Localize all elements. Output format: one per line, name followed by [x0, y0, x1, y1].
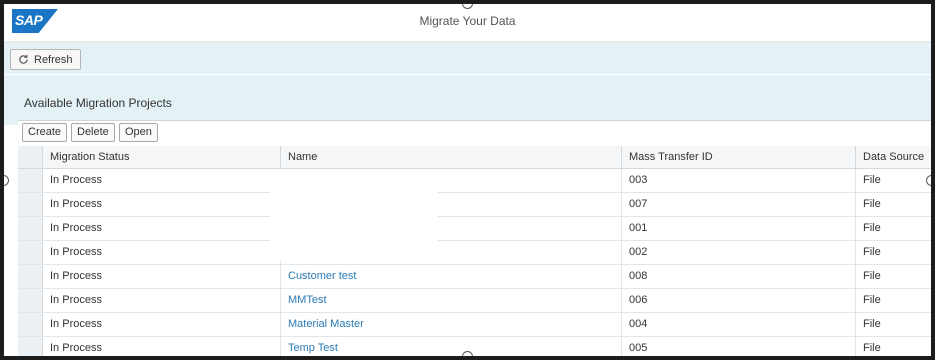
cell-data-source: File [855, 241, 931, 264]
cell-mass-transfer-id: 004 [621, 313, 854, 336]
create-button[interactable]: Create [22, 123, 68, 142]
table-row[interactable]: In Process MMTest 006 File [18, 289, 931, 313]
cell-migration-status: In Process [50, 198, 102, 210]
table-row[interactable]: In Process 003 File [18, 169, 931, 193]
cell-migration-status: In Process [50, 318, 102, 330]
cell-mass-transfer-id: 003 [621, 169, 854, 192]
row-selector[interactable] [18, 289, 43, 312]
cell-mass-transfer-id: 008 [621, 265, 854, 288]
column-header-data-source[interactable]: Data Source [855, 146, 931, 168]
cell-migration-status: In Process [50, 246, 102, 258]
table-row[interactable]: In Process 001 File [18, 217, 931, 241]
column-header-name[interactable]: Name [280, 146, 620, 168]
refresh-icon [19, 54, 28, 64]
cell-name-link[interactable]: Temp Test [280, 337, 620, 356]
redacted-area [270, 169, 438, 261]
cell-migration-status: In Process [50, 342, 102, 354]
table-row[interactable]: In Process Temp Test 005 File [18, 337, 931, 356]
column-header-migration-status[interactable]: Migration Status [43, 146, 279, 168]
cell-name-link[interactable]: MMTest [280, 289, 620, 312]
cell-name-link[interactable]: Material Master [280, 313, 620, 336]
page-toolbar [4, 42, 931, 74]
cell-name-link[interactable]: Customer test [280, 265, 620, 288]
shell-header: SAP Migrate Your Data [4, 4, 931, 42]
row-selector[interactable] [18, 313, 43, 336]
cell-data-source: File [855, 265, 931, 288]
page-title: Migrate Your Data [419, 14, 516, 28]
cell-data-source: File [855, 193, 931, 216]
table-row[interactable]: In Process Material Master 004 File [18, 313, 931, 337]
table-row[interactable]: In Process 002 File [18, 241, 931, 265]
table-row[interactable]: In Process 007 File [18, 193, 931, 217]
open-button[interactable]: Open [119, 123, 158, 142]
cell-mass-transfer-id: 007 [621, 193, 854, 216]
delete-button[interactable]: Delete [71, 123, 115, 142]
row-selector[interactable] [18, 265, 43, 288]
cell-data-source: File [855, 169, 931, 192]
resize-handle-bottom[interactable] [462, 351, 473, 356]
row-selector[interactable] [18, 193, 43, 216]
cell-data-source: File [855, 313, 931, 336]
cell-data-source: File [855, 337, 931, 356]
app-window: SAP Migrate Your Data Refresh Available … [4, 4, 931, 356]
row-selector[interactable] [18, 217, 43, 240]
cell-migration-status: In Process [50, 294, 102, 306]
column-header-mass-transfer-id[interactable]: Mass Transfer ID [621, 146, 854, 168]
cell-data-source: File [855, 217, 931, 240]
table-header-row: Migration Status Name Mass Transfer ID D… [18, 146, 931, 169]
cell-mass-transfer-id: 005 [621, 337, 854, 356]
resize-handle-right[interactable] [926, 175, 931, 186]
cell-mass-transfer-id: 002 [621, 241, 854, 264]
cell-mass-transfer-id: 006 [621, 289, 854, 312]
cell-data-source: File [855, 289, 931, 312]
refresh-button[interactable]: Refresh [10, 49, 81, 70]
cell-migration-status: In Process [50, 222, 102, 234]
table-body: In Process 003 File In Process 007 File In Pro… [18, 169, 931, 356]
section-title: Available Migration Projects [24, 96, 172, 110]
refresh-label: Refresh [34, 53, 73, 66]
row-selector[interactable] [18, 337, 43, 356]
cell-migration-status: In Process [50, 174, 102, 186]
row-selector[interactable] [18, 169, 43, 192]
cell-migration-status: In Process [50, 270, 102, 282]
row-selector[interactable] [18, 241, 43, 264]
resize-handle-left[interactable] [4, 175, 9, 186]
select-all-cell[interactable] [18, 146, 43, 168]
migration-projects-table: Migration Status Name Mass Transfer ID D… [18, 146, 931, 356]
table-row[interactable]: In Process Customer test 008 File [18, 265, 931, 289]
cell-mass-transfer-id: 001 [621, 217, 854, 240]
